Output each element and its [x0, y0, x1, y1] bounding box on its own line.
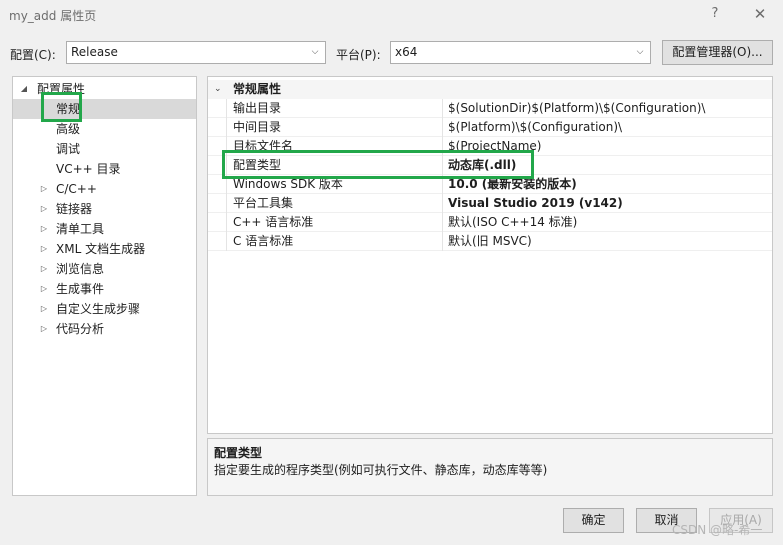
collapsed-triangle-icon[interactable]: ▷: [39, 239, 49, 259]
close-button[interactable]: ✕: [748, 3, 772, 25]
grid-category-general[interactable]: ⌄ 常规属性: [208, 80, 772, 99]
property-value[interactable]: 动态库(.dll): [448, 156, 516, 175]
grid-category-label: 常规属性: [233, 82, 282, 96]
title-bar: my_add 属性页 ? ✕: [0, 0, 783, 30]
tree-item-label: 清单工具: [56, 222, 105, 236]
property-value[interactable]: Visual Studio 2019 (v142): [448, 194, 623, 213]
window-title: my_add 属性页: [9, 9, 97, 23]
chevron-down-icon: ⌵: [311, 47, 319, 57]
tree-item[interactable]: 常规: [13, 99, 196, 119]
help-button[interactable]: ?: [704, 3, 726, 25]
property-row[interactable]: 输出目录 $(SolutionDir)$(Platform)\$(Configur…: [208, 99, 772, 118]
tree-item[interactable]: 高级: [13, 119, 196, 139]
property-row[interactable]: Windows SDK 版本 10.0 (最新安装的版本): [208, 175, 772, 194]
config-dropdown-value: Release: [71, 45, 118, 59]
tree-item-label: 浏览信息: [56, 262, 105, 276]
property-row[interactable]: 中间目录 $(Platform)\$(Configuration)\: [208, 118, 772, 137]
collapsed-triangle-icon[interactable]: ▷: [39, 199, 49, 219]
tree-item[interactable]: ▷ 生成事件: [13, 279, 196, 299]
property-name: C 语言标准: [233, 234, 294, 248]
collapsed-triangle-icon[interactable]: ▷: [39, 259, 49, 279]
platform-label: 平台(P):: [336, 48, 381, 62]
chevron-down-icon[interactable]: ⌄: [214, 80, 222, 99]
collapsed-triangle-icon[interactable]: ▷: [39, 319, 49, 339]
watermark: CSDN @略-希一: [672, 523, 763, 537]
collapsed-triangle-icon[interactable]: ▷: [39, 219, 49, 239]
tree-item[interactable]: VC++ 目录: [13, 159, 196, 179]
property-value[interactable]: 默认(ISO C++14 标准): [448, 213, 577, 232]
property-name: Windows SDK 版本: [233, 177, 343, 191]
property-row[interactable]: C 语言标准 默认(旧 MSVC): [208, 232, 772, 251]
collapsed-triangle-icon[interactable]: ▷: [39, 279, 49, 299]
tree-item[interactable]: ▷ 链接器: [13, 199, 196, 219]
chevron-down-icon: ⌵: [636, 47, 644, 57]
tree-item-label: 高级: [56, 122, 81, 136]
config-label: 配置(C):: [10, 48, 56, 62]
property-name: C++ 语言标准: [233, 215, 314, 229]
collapsed-triangle-icon[interactable]: ▷: [39, 179, 49, 199]
tree-item-label: C/C++: [56, 182, 97, 196]
tree-item-label: 常规: [56, 102, 81, 116]
tree-item[interactable]: ▷ 代码分析: [13, 319, 196, 339]
tree-item-label: 调试: [56, 142, 81, 156]
property-name: 平台工具集: [233, 196, 294, 210]
expanded-triangle-icon[interactable]: ◢: [19, 79, 29, 99]
property-value[interactable]: 10.0 (最新安装的版本): [448, 175, 577, 194]
tree-item-label: 自定义生成步骤: [56, 302, 141, 316]
property-name: 目标文件名: [233, 139, 294, 153]
description-text: 指定要生成的程序类型(例如可执行文件、静态库，动态库等等): [214, 463, 548, 477]
config-dropdown[interactable]: Release ⌵: [66, 41, 326, 64]
tree-item[interactable]: ▷ XML 文档生成器: [13, 239, 196, 259]
property-tree: ◢ 配置属性 常规高级调试 VC++ 目录 ▷ C/C++ ▷ 链接器 ▷ 清单工具 ▷ XML …: [12, 76, 197, 496]
tree-item-label: XML 文档生成器: [56, 242, 146, 256]
property-name: 中间目录: [233, 120, 282, 134]
tree-item-label: VC++ 目录: [56, 162, 121, 176]
property-row[interactable]: 配置类型 动态库(.dll): [208, 156, 772, 175]
platform-dropdown-value: x64: [395, 45, 418, 59]
property-row[interactable]: C++ 语言标准 默认(ISO C++14 标准): [208, 213, 772, 232]
description-title: 配置类型: [214, 446, 263, 460]
tree-item-label: 链接器: [56, 202, 93, 216]
property-value[interactable]: 默认(旧 MSVC): [448, 232, 532, 251]
property-value[interactable]: $(SolutionDir)$(Platform)\$(Configuratio…: [448, 99, 705, 118]
tree-item[interactable]: ▷ 浏览信息: [13, 259, 196, 279]
property-grid: ⌄ 常规属性 输出目录 $(SolutionDir)$(Platform)\$(C…: [207, 76, 773, 434]
platform-dropdown[interactable]: x64 ⌵: [390, 41, 651, 64]
tree-item[interactable]: 调试: [13, 139, 196, 159]
collapsed-triangle-icon[interactable]: ▷: [39, 299, 49, 319]
tree-item[interactable]: ▷ 自定义生成步骤: [13, 299, 196, 319]
tree-item-label: 生成事件: [56, 282, 105, 296]
grid-column-divider[interactable]: [442, 99, 443, 251]
tree-item[interactable]: ▷ 清单工具: [13, 219, 196, 239]
property-row[interactable]: 平台工具集 Visual Studio 2019 (v142): [208, 194, 772, 213]
property-row[interactable]: 目标文件名 $(ProjectName): [208, 137, 772, 156]
ok-button[interactable]: 确定: [563, 508, 624, 533]
property-value[interactable]: $(Platform)\$(Configuration)\: [448, 118, 622, 137]
property-name: 配置类型: [233, 158, 282, 172]
tree-item-label: 配置属性: [37, 82, 86, 96]
config-manager-button[interactable]: 配置管理器(O)...: [662, 40, 773, 65]
property-value[interactable]: $(ProjectName): [448, 137, 541, 156]
tree-item-label: 代码分析: [56, 322, 105, 336]
grid-left-margin-line: [226, 99, 227, 251]
description-pane: 配置类型 指定要生成的程序类型(例如可执行文件、静态库，动态库等等): [207, 438, 773, 496]
tree-root-config-properties[interactable]: ◢ 配置属性: [13, 79, 196, 99]
tree-item[interactable]: ▷ C/C++: [13, 179, 196, 199]
property-name: 输出目录: [233, 101, 282, 115]
